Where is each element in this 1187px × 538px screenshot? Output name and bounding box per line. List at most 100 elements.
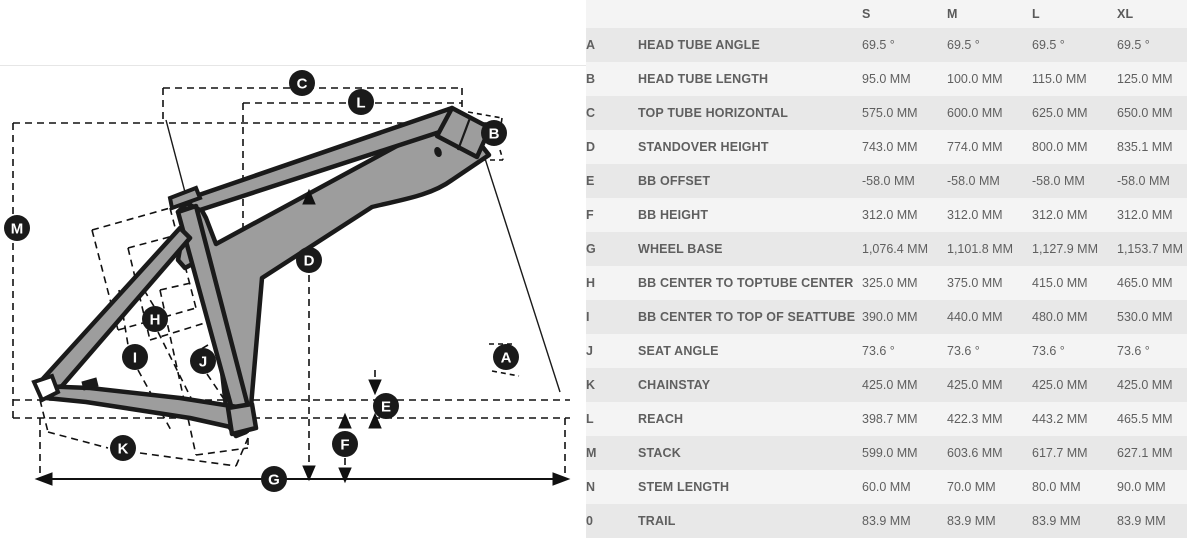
row-label: TRAIL (638, 514, 676, 528)
cell-size-s: 398.7 MM (862, 412, 918, 426)
cell-size-m: 312.0 MM (947, 208, 1003, 222)
marker-label: D (304, 253, 315, 270)
cell-size-m: 70.0 MM (947, 480, 996, 494)
table-row: G WHEEL BASE 1,076.4 MM 1,101.8 MM 1,127.9 M… (586, 232, 1187, 266)
guide-k-left (39, 399, 49, 433)
row-label: BB CENTER TO TOPTUBE CENTER (638, 276, 854, 290)
row-label: BB HEIGHT (638, 208, 709, 222)
table-row: H BB CENTER TO TOPTUBE CENTER 325.0 MM 375.… (586, 266, 1187, 300)
marker-label: E (381, 399, 391, 416)
guide-lines (12, 87, 570, 478)
cell-size-m: -58.0 MM (947, 174, 1000, 188)
marker-label: C (297, 76, 308, 93)
geometry-table: S M L XL A HEAD TUBE ANGLE 69.5 ° 69.5 ° 69.… (586, 0, 1187, 538)
cell-size-xl: 530.0 MM (1117, 310, 1173, 324)
marker-c: C (289, 70, 315, 96)
marker-label: I (133, 350, 137, 367)
table-header: S M L XL (586, 0, 1187, 28)
row-label: SEAT ANGLE (638, 344, 719, 358)
row-key: K (586, 378, 596, 392)
table-row: A HEAD TUBE ANGLE 69.5 ° 69.5 ° 69.5 ° 69.5 ° (586, 28, 1187, 62)
table-row: L REACH 398.7 MM 422.3 MM 443.2 MM 465.5 MM (586, 402, 1187, 436)
guide-b-right-bot (499, 149, 504, 161)
cell-size-m: 73.6 ° (947, 344, 980, 358)
marker-label: J (199, 354, 207, 371)
cell-size-l: 115.0 MM (1032, 72, 1087, 86)
row-label: REACH (638, 412, 684, 426)
cell-size-xl: 835.1 MM (1117, 140, 1173, 154)
row-label: HEAD TUBE LENGTH (638, 72, 769, 86)
arrow-d-bottom-head (302, 465, 316, 482)
cell-size-xl: -58.0 MM (1117, 174, 1170, 188)
cell-size-xl: 650.0 MM (1117, 106, 1173, 120)
geometry-page: ABCDEFGHIJKLM S M L XL A HEAD TUBE ANGLE 6… (0, 0, 1187, 538)
cell-size-l: 800.0 MM (1032, 140, 1088, 154)
header-size-xl: XL (1117, 0, 1187, 28)
cell-size-s: 83.9 MM (862, 514, 911, 528)
cell-size-xl: 627.1 MM (1117, 446, 1173, 460)
header-size-s: S (862, 0, 947, 28)
row-key: A (586, 38, 596, 52)
cell-size-l: 425.0 MM (1032, 378, 1088, 392)
table-row: N STEM LENGTH 60.0 MM 70.0 MM 80.0 MM 90.0 MM (586, 470, 1187, 504)
cell-size-xl: 425.0 MM (1117, 378, 1173, 392)
row-label: STACK (638, 446, 681, 460)
cell-size-l: 625.0 MM (1032, 106, 1088, 120)
arrow-g-left-head (34, 472, 53, 486)
marker-l: L (348, 89, 374, 115)
row-key: D (586, 140, 596, 154)
header-size-l: L (1032, 0, 1117, 28)
cell-size-xl: 465.0 MM (1117, 276, 1173, 290)
marker-f: F (332, 431, 358, 457)
cell-size-l: -58.0 MM (1032, 174, 1085, 188)
frame-diagram-svg: A B C D E F G H I J K L M (0, 65, 586, 492)
table-row: J SEAT ANGLE 73.6 ° 73.6 ° 73.6 ° 73.6 ° (586, 334, 1187, 368)
cell-size-l: 1,127.9 MM (1032, 242, 1099, 256)
cell-size-m: 600.0 MM (947, 106, 1003, 120)
table-row: E BB OFFSET -58.0 MM -58.0 MM -58.0 MM -58.0 … (586, 164, 1187, 198)
table-row: 0 TRAIL 83.9 MM 83.9 MM 83.9 MM 83.9 MM (586, 504, 1187, 538)
cell-size-s: 60.0 MM (862, 480, 911, 494)
row-key: N (586, 480, 596, 494)
row-key: H (586, 276, 596, 290)
marker-j: J (190, 348, 216, 374)
bottom-bracket (225, 401, 259, 437)
cell-size-l: 312.0 MM (1032, 208, 1088, 222)
cell-size-s: 1,076.4 MM (862, 242, 929, 256)
chainstay (35, 383, 253, 433)
marker-b: B (481, 120, 507, 146)
marker-label: L (356, 95, 365, 112)
row-key: E (586, 174, 595, 188)
cell-size-s: 69.5 ° (862, 38, 895, 52)
arrow-e-down-head (368, 379, 382, 396)
row-key: 0 (586, 514, 593, 528)
table-row: F BB HEIGHT 312.0 MM 312.0 MM 312.0 MM 312.0 … (586, 198, 1187, 232)
guide-a-tick-bottom (491, 370, 520, 377)
cell-size-l: 73.6 ° (1032, 344, 1065, 358)
table-row: B HEAD TUBE LENGTH 95.0 MM 100.0 MM 115.0 MM… (586, 62, 1187, 96)
row-label: BB CENTER TO TOP OF SEATTUBE (638, 310, 856, 324)
marker-label: K (118, 441, 129, 458)
marker-label: F (340, 437, 349, 454)
cell-size-s: 95.0 MM (862, 72, 911, 86)
marker-label: B (489, 126, 500, 143)
guide-seat-box-bot (195, 447, 249, 456)
row-key: F (586, 208, 594, 222)
cell-size-m: 422.3 MM (947, 412, 1003, 426)
table-row: I BB CENTER TO TOP OF SEATTUBE 390.0 MM 440… (586, 300, 1187, 334)
table-body: A HEAD TUBE ANGLE 69.5 ° 69.5 ° 69.5 ° 69.5 °… (586, 28, 1187, 538)
row-key: J (586, 344, 593, 358)
row-key: L (586, 412, 594, 426)
cell-size-s: 575.0 MM (862, 106, 918, 120)
table-header-row: S M L XL (586, 0, 1187, 28)
header-size-m: M (947, 0, 1032, 28)
cell-size-m: 69.5 ° (947, 38, 980, 52)
bike-frame-graphic (31, 105, 493, 439)
cell-size-s: 743.0 MM (862, 140, 918, 154)
arrow-g-right-head (552, 472, 571, 486)
row-label: STANDOVER HEIGHT (638, 140, 769, 154)
guide-k-seg2 (139, 452, 237, 467)
marker-label: M (11, 221, 24, 238)
cell-size-m: 1,101.8 MM (947, 242, 1014, 256)
cell-size-m: 375.0 MM (947, 276, 1003, 290)
